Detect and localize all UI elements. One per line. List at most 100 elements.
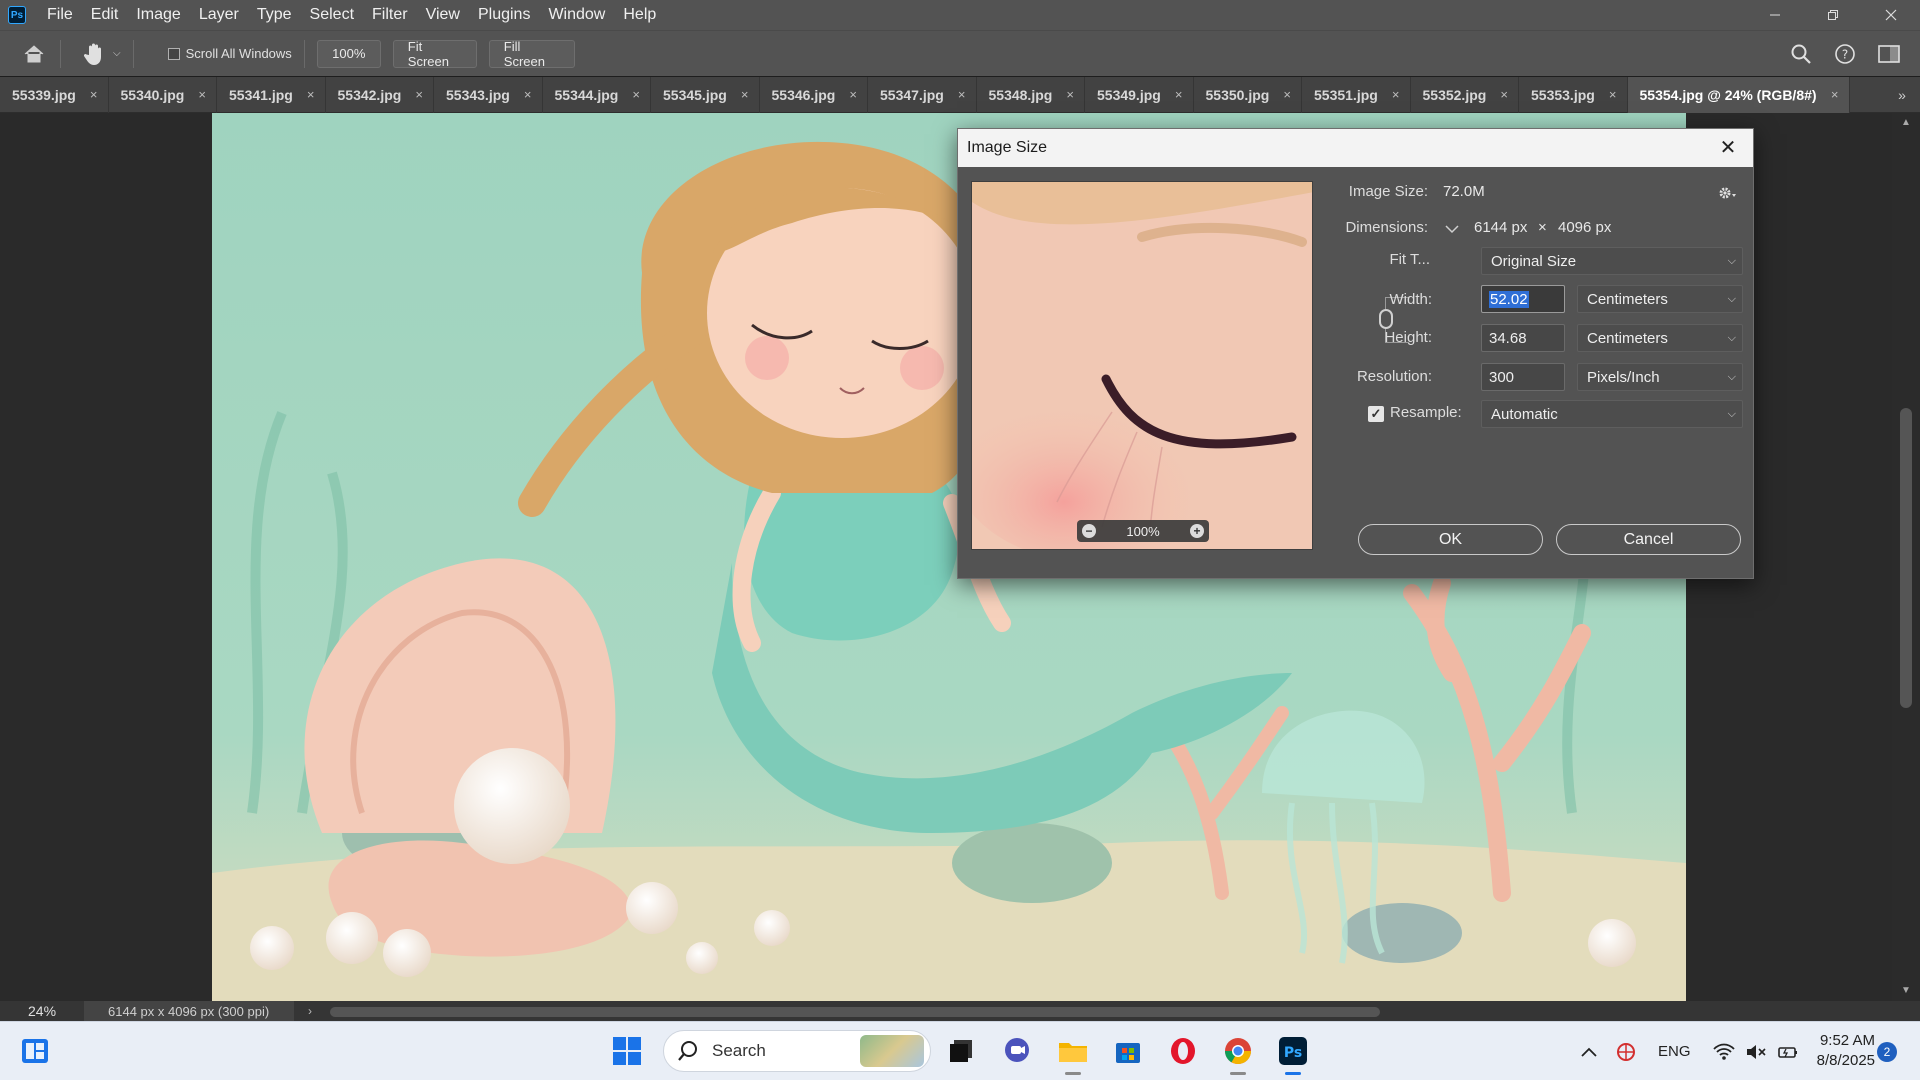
close-icon[interactable]: ×	[307, 87, 315, 102]
menu-file[interactable]: File	[38, 0, 82, 30]
height-input[interactable]: 34.68	[1481, 324, 1565, 352]
menu-window[interactable]: Window	[539, 0, 614, 30]
chevron-right-icon[interactable]: ›	[308, 1004, 312, 1018]
tab-55349[interactable]: 55349.jpg ×	[1085, 76, 1194, 113]
store-button[interactable]	[1111, 1034, 1145, 1068]
resample-checkbox[interactable]: ✓	[1368, 406, 1384, 422]
widgets-button[interactable]	[18, 1034, 52, 1068]
chevron-up-icon[interactable]	[1580, 1046, 1598, 1058]
clock[interactable]: 9:52 AM 8/8/2025	[1805, 1031, 1875, 1071]
image-preview[interactable]: − 100% +	[971, 181, 1313, 550]
menu-select[interactable]: Select	[301, 0, 363, 30]
close-icon[interactable]: ×	[632, 87, 640, 102]
close-icon[interactable]: ×	[1392, 87, 1400, 102]
zoom-100-button[interactable]: 100%	[316, 39, 381, 68]
dialog-titlebar[interactable]: Image Size ✕	[958, 129, 1753, 167]
horizontal-scrollbar[interactable]	[330, 1007, 1380, 1017]
menu-plugins[interactable]: Plugins	[469, 0, 539, 30]
chevron-down-icon[interactable]: ⌵	[113, 48, 121, 59]
tab-55344[interactable]: 55344.jpg ×	[543, 76, 651, 113]
cancel-button[interactable]: Cancel	[1556, 524, 1741, 555]
tab-55345[interactable]: 55345.jpg ×	[651, 76, 760, 113]
photoshop-taskbar-button[interactable]: Ps	[1276, 1034, 1310, 1068]
close-icon[interactable]: ×	[1500, 87, 1508, 102]
tab-55350[interactable]: 55350.jpg ×	[1194, 76, 1302, 113]
scrollbar-thumb[interactable]	[1900, 408, 1912, 708]
close-icon[interactable]: ×	[90, 87, 98, 102]
tab-55343[interactable]: 55343.jpg ×	[434, 76, 543, 113]
close-icon[interactable]: ×	[1175, 87, 1183, 102]
tab-55347[interactable]: 55347.jpg ×	[868, 76, 977, 113]
tab-55346[interactable]: 55346.jpg ×	[760, 76, 868, 113]
fit-to-dropdown[interactable]: Original Size ⌵	[1481, 247, 1743, 275]
status-zoom-value[interactable]: 24%	[0, 1003, 84, 1019]
close-window-button[interactable]	[1862, 0, 1920, 30]
chrome-button[interactable]	[1221, 1034, 1255, 1068]
wifi-icon[interactable]	[1712, 1043, 1735, 1061]
task-view-button[interactable]	[944, 1034, 978, 1068]
file-explorer-button[interactable]	[1056, 1034, 1090, 1068]
hand-tool-button[interactable]	[81, 41, 107, 67]
width-unit-dropdown[interactable]: Centimeters ⌵	[1577, 285, 1743, 313]
search-icon[interactable]	[1790, 43, 1812, 65]
start-button[interactable]	[610, 1034, 644, 1068]
chevron-down-icon[interactable]	[1444, 222, 1460, 236]
language-indicator[interactable]: ENG	[1658, 1043, 1691, 1060]
dialog-close-button[interactable]: ✕	[1717, 137, 1739, 159]
minimize-button[interactable]	[1746, 0, 1804, 30]
menu-layer[interactable]: Layer	[190, 0, 248, 30]
menu-filter[interactable]: Filter	[363, 0, 417, 30]
volume-muted-icon[interactable]	[1745, 1043, 1767, 1061]
width-input[interactable]: 52.02	[1481, 285, 1565, 313]
tab-55341[interactable]: 55341.jpg ×	[217, 76, 326, 113]
tab-55340[interactable]: 55340.jpg ×	[109, 76, 217, 113]
close-icon[interactable]: ×	[415, 87, 423, 102]
close-icon[interactable]: ×	[1066, 87, 1074, 102]
restore-button[interactable]	[1804, 0, 1862, 30]
resolution-input[interactable]: 300	[1481, 363, 1565, 391]
tab-55352[interactable]: 55352.jpg ×	[1411, 76, 1519, 113]
zoom-out-icon[interactable]: −	[1082, 524, 1096, 538]
height-unit-dropdown[interactable]: Centimeters ⌵	[1577, 324, 1743, 352]
home-button[interactable]	[20, 40, 48, 68]
tab-55339[interactable]: 55339.jpg ×	[0, 76, 109, 113]
document-info[interactable]: 6144 px x 4096 px (300 ppi)	[84, 1001, 294, 1021]
opera-button[interactable]	[1166, 1034, 1200, 1068]
workspace-icon[interactable]	[1878, 44, 1900, 64]
resample-dropdown[interactable]: Automatic ⌵	[1481, 400, 1743, 428]
fit-screen-button[interactable]: Fit Screen	[392, 39, 477, 69]
close-icon[interactable]: ×	[958, 87, 966, 102]
meet-app-button[interactable]	[1000, 1034, 1034, 1068]
ok-button[interactable]: OK	[1358, 524, 1543, 555]
help-icon[interactable]: ?	[1834, 43, 1856, 65]
vertical-scrollbar[interactable]: ▲ ▼	[1892, 113, 1920, 1001]
close-icon[interactable]: ×	[198, 87, 206, 102]
close-icon[interactable]: ×	[1283, 87, 1291, 102]
close-icon[interactable]: ×	[741, 87, 749, 102]
gear-icon[interactable]	[1718, 185, 1738, 201]
tab-55353[interactable]: 55353.jpg ×	[1519, 76, 1628, 113]
tab-55342[interactable]: 55342.jpg ×	[326, 76, 434, 113]
battery-icon[interactable]	[1777, 1043, 1799, 1061]
menu-type[interactable]: Type	[248, 0, 301, 30]
scroll-down-icon[interactable]: ▼	[1892, 985, 1920, 996]
tab-55348[interactable]: 55348.jpg ×	[977, 76, 1085, 113]
close-icon[interactable]: ×	[849, 87, 857, 102]
notification-badge[interactable]: 2	[1877, 1042, 1897, 1062]
checkbox-box[interactable]	[167, 47, 180, 60]
link-constrain-icon[interactable]	[1379, 309, 1393, 329]
fill-screen-button[interactable]: Fill Screen	[488, 39, 575, 69]
vpn-icon[interactable]	[1616, 1042, 1636, 1062]
menu-edit[interactable]: Edit	[82, 0, 128, 30]
tab-55351[interactable]: 55351.jpg ×	[1302, 76, 1411, 113]
more-tabs-button[interactable]: »	[1884, 87, 1920, 103]
resolution-unit-dropdown[interactable]: Pixels/Inch ⌵	[1577, 363, 1743, 391]
menu-help[interactable]: Help	[614, 0, 665, 30]
scroll-all-windows-checkbox[interactable]: Scroll All Windows	[167, 46, 292, 61]
close-icon[interactable]: ×	[1609, 87, 1617, 102]
taskbar-search[interactable]: Search	[663, 1030, 931, 1072]
close-icon[interactable]: ×	[1831, 87, 1839, 102]
scroll-up-icon[interactable]: ▲	[1892, 117, 1920, 128]
close-icon[interactable]: ×	[524, 87, 532, 102]
menu-view[interactable]: View	[417, 0, 469, 30]
